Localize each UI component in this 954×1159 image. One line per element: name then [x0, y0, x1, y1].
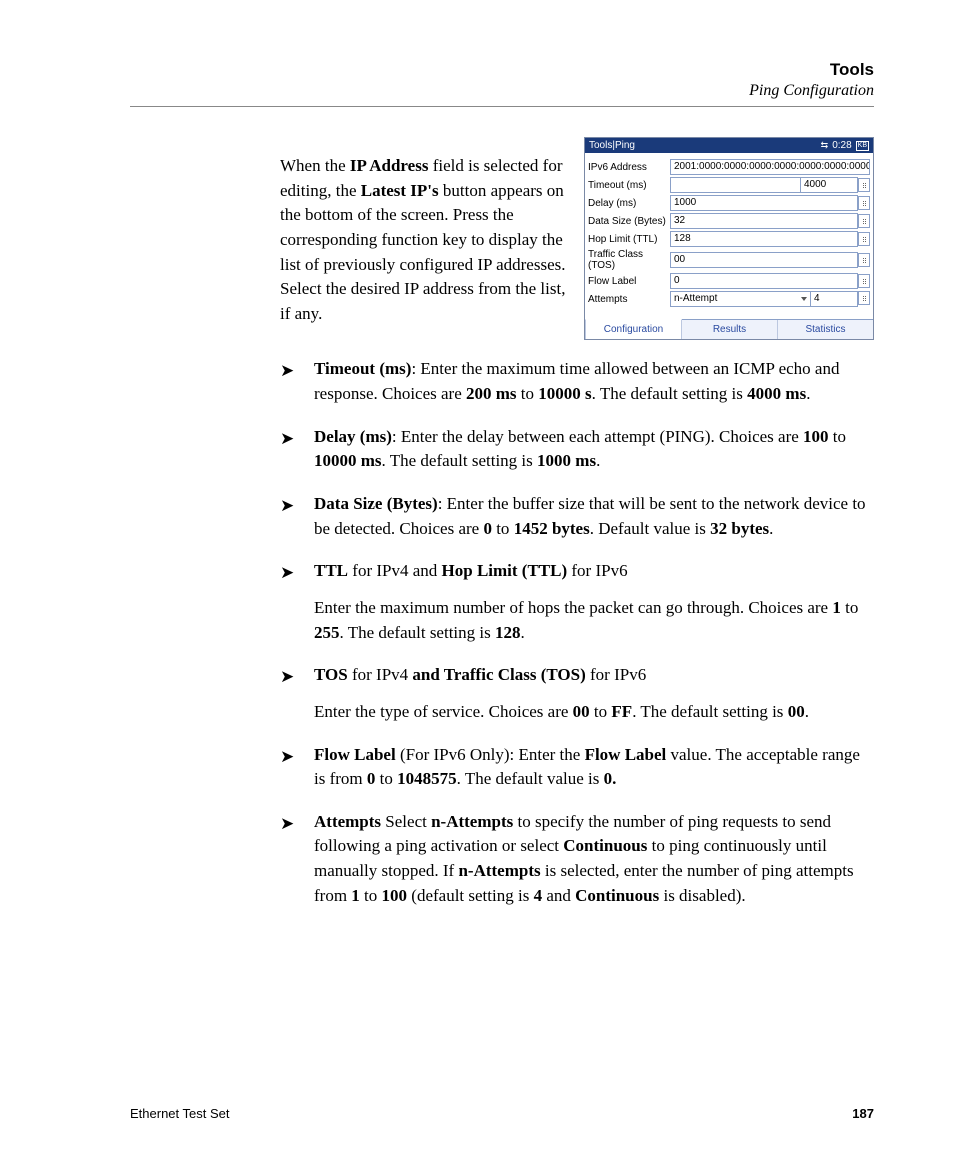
timeout-field[interactable]: 4000 — [800, 177, 858, 193]
tab-configuration[interactable]: Configuration — [585, 319, 682, 339]
bullet-timeout: Timeout (ms): Enter the maximum time all… — [280, 357, 874, 406]
tab-statistics[interactable]: Statistics — [778, 320, 873, 339]
bullet-tos: TOS for IPv4 and Traffic Class (TOS) for… — [280, 663, 874, 724]
tos-label: Traffic Class (TOS) — [588, 249, 670, 271]
bullet-ttl: TTL for IPv4 and Hop Limit (TTL) for IPv… — [280, 559, 874, 645]
screenshot-titlebar: Tools|Ping ⇆ 0:28 KB — [585, 138, 873, 153]
drag-handle-icon[interactable] — [858, 291, 870, 305]
drag-handle-icon[interactable] — [858, 214, 870, 228]
page-footer: Ethernet Test Set 187 — [130, 1106, 874, 1121]
datasize-field[interactable]: 32 — [670, 213, 858, 229]
footer-page-number: 187 — [852, 1106, 874, 1121]
attempts-label: Attempts — [588, 294, 670, 305]
timeout-label: Timeout (ms) — [588, 180, 670, 191]
delay-field[interactable]: 1000 — [670, 195, 858, 211]
delay-label: Delay (ms) — [588, 198, 670, 209]
flow-label: Flow Label — [588, 276, 670, 287]
bullet-attempts: Attempts Select n-Attempts to specify th… — [280, 810, 874, 909]
screenshot-time: 0:28 — [832, 140, 851, 151]
keyboard-icon: KB — [856, 141, 869, 151]
flow-field[interactable]: 0 — [670, 273, 858, 289]
bullet-delay: Delay (ms): Enter the delay between each… — [280, 425, 874, 474]
chapter-title: Tools — [130, 60, 874, 80]
section-title: Ping Configuration — [130, 82, 874, 100]
tos-field[interactable]: 00 — [670, 252, 858, 268]
drag-handle-icon[interactable] — [858, 274, 870, 288]
tab-results[interactable]: Results — [682, 320, 778, 339]
page-header: Tools Ping Configuration — [130, 60, 874, 107]
drag-handle-icon[interactable] — [858, 232, 870, 246]
hoplimit-label: Hop Limit (TTL) — [588, 234, 670, 245]
network-icon: ⇆ — [821, 140, 829, 151]
drag-handle-icon[interactable] — [858, 196, 870, 210]
timeout-slider[interactable] — [670, 177, 800, 193]
chevron-down-icon — [801, 297, 807, 301]
bullet-flow: Flow Label (For IPv6 Only): Enter the Fl… — [280, 743, 874, 792]
ipv6-field[interactable]: 2001:0000:0000:0000:0000:0000:0000:0000 — [670, 159, 870, 175]
ipv6-label: IPv6 Address — [588, 162, 670, 173]
drag-handle-icon[interactable] — [858, 178, 870, 192]
ping-config-screenshot: Tools|Ping ⇆ 0:28 KB IPv6 Address 2001:0… — [584, 137, 874, 340]
bullet-datasize: Data Size (Bytes): Enter the buffer size… — [280, 492, 874, 541]
attempts-value-field[interactable]: 4 — [810, 291, 858, 307]
drag-handle-icon[interactable] — [858, 253, 870, 267]
hoplimit-field[interactable]: 128 — [670, 231, 858, 247]
attempts-mode-select[interactable]: n-Attempt — [670, 291, 811, 307]
datasize-label: Data Size (Bytes) — [588, 216, 670, 227]
screenshot-title: Tools|Ping — [589, 140, 635, 151]
footer-product: Ethernet Test Set — [130, 1106, 230, 1121]
